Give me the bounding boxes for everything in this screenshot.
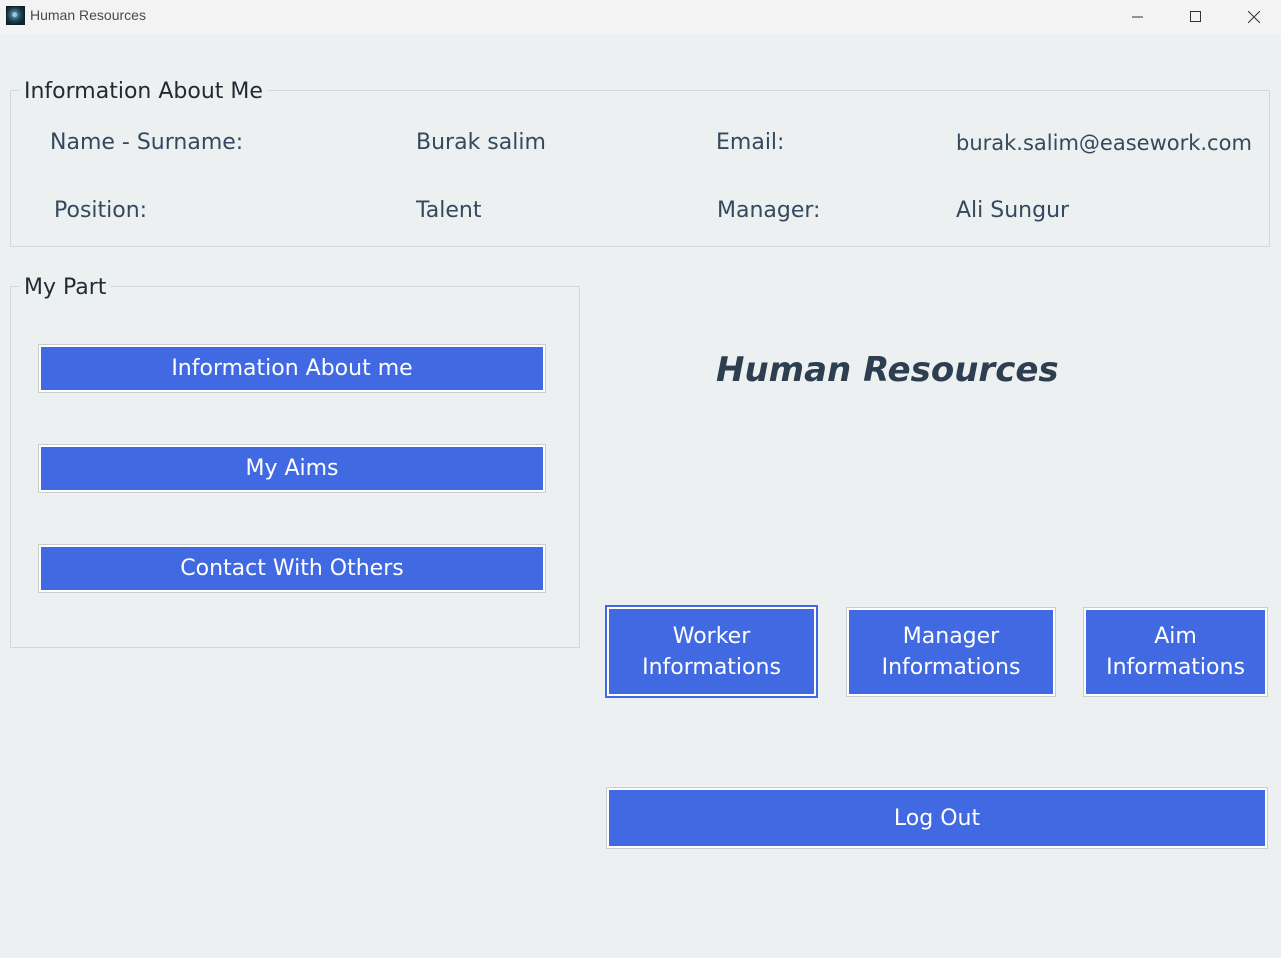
worker-informations-line2: Informations [642,654,781,680]
worker-informations-line1: Worker [672,623,751,649]
manager-label: Manager: [717,198,821,223]
name-value: Burak salim [416,130,546,155]
email-label: Email: [716,130,785,155]
name-label: Name - Surname: [50,130,244,155]
log-out-button[interactable]: Log Out [606,787,1268,849]
manager-informations-button[interactable]: Manager Informations [846,607,1056,697]
maximize-button[interactable] [1167,0,1225,34]
minimize-button[interactable] [1109,0,1167,34]
my-part-group-title: My Part [19,275,112,301]
information-about-me-label: Information About me [171,356,413,381]
manager-informations-line1: Manager [902,624,1000,649]
worker-informations-button[interactable]: Worker Informations [605,605,818,698]
aim-informations-line2: Informations [1106,655,1245,680]
aim-informations-line1: Aim [1154,624,1197,649]
maximize-icon [1190,11,1201,22]
window-title: Human Resources [30,7,146,23]
aim-informations-button[interactable]: Aim Informations [1083,607,1268,697]
info-group-title: Information About Me [19,79,268,105]
close-button[interactable] [1225,0,1281,34]
info-group-box [10,90,1270,247]
position-value: Talent [416,198,482,223]
close-icon [1248,11,1260,23]
contact-with-others-button[interactable]: Contact With Others [38,544,546,593]
title-bar: Human Resources [0,0,1281,34]
manager-informations-line2: Informations [881,655,1021,680]
email-value: burak.salim@easework.com [956,131,1252,155]
log-out-label: Log Out [893,805,981,831]
hero-title: Human Resources [716,350,1059,390]
manager-value: Ali Sungur [956,198,1070,223]
position-label: Position: [54,198,148,223]
contact-with-others-label: Contact With Others [180,556,404,581]
app-icon [6,6,25,25]
information-about-me-button[interactable]: Information About me [38,344,546,393]
my-aims-button[interactable]: My Aims [38,444,546,493]
minimize-icon [1132,16,1143,18]
my-aims-label: My Aims [245,456,339,481]
